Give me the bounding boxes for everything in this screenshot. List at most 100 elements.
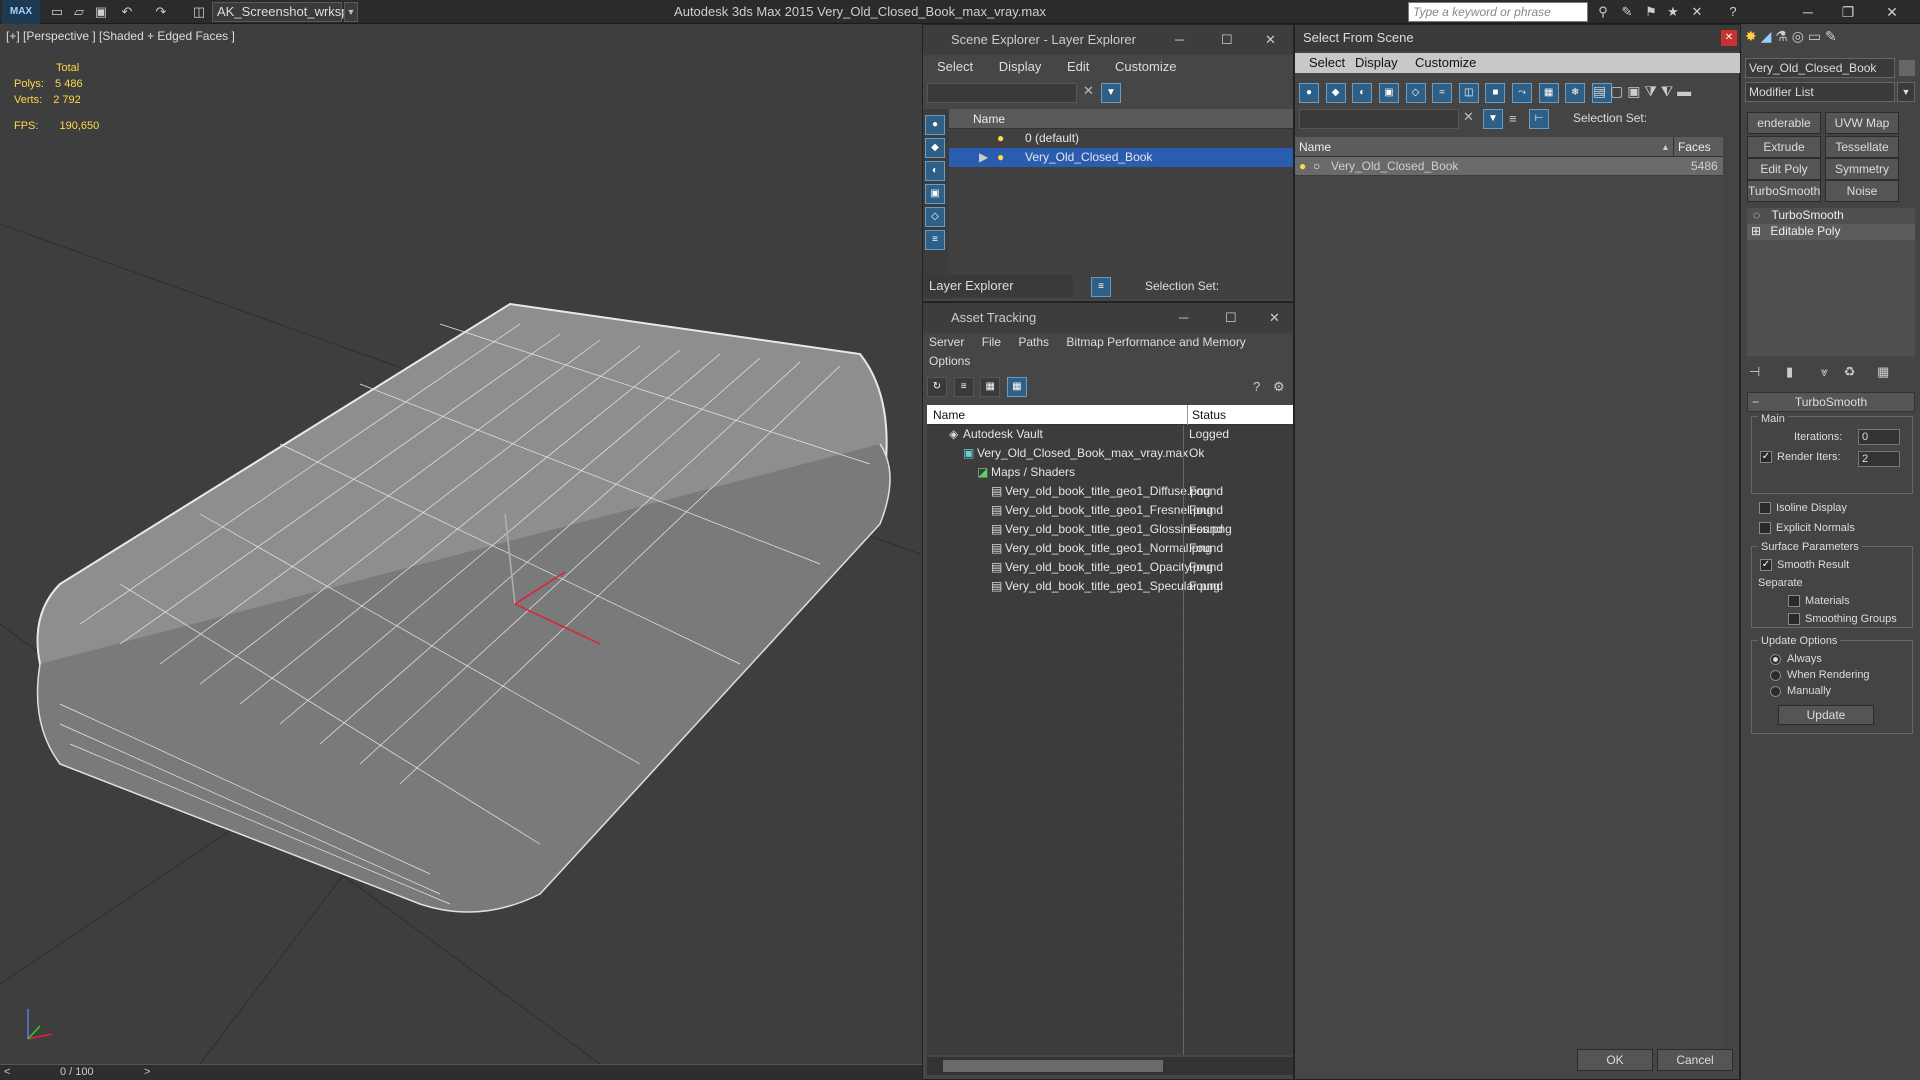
refresh-icon[interactable]: ↻ [927, 377, 947, 397]
maximize-icon[interactable]: ☐ [1221, 25, 1233, 55]
display-layers-icon[interactable]: ≡ [925, 230, 945, 250]
modifier-button-turbosmooth[interactable]: TurboSmooth [1747, 180, 1821, 202]
filter-spacewarps-icon[interactable]: ≈ [1432, 83, 1453, 103]
help-icon[interactable]: ? [1253, 379, 1260, 394]
layer-explorer-icon[interactable]: ≡ [1091, 277, 1111, 297]
scrollbar-thumb[interactable] [943, 1060, 1163, 1072]
tools-icon[interactable]: ✎ [1618, 3, 1636, 21]
display-lights-icon[interactable]: ◐ [925, 161, 945, 181]
menu-select[interactable]: Select [937, 59, 973, 74]
asset-row[interactable]: ▤ Very_old_book_title_geo1_Glossiness.png… [927, 520, 1293, 539]
asset-row[interactable]: ▤ Very_old_book_title_geo1_Normal.png Foun… [927, 539, 1293, 558]
iterations-spinner[interactable]: 0 [1858, 429, 1900, 445]
stack-item-editable-poly[interactable]: ⊞ Editable Poly [1747, 224, 1915, 240]
workspace-select[interactable]: AK_Screenshot_wrksp [212, 2, 349, 22]
close-icon[interactable]: ✕ [1265, 25, 1276, 55]
modifier-button-extrude[interactable]: Extrude [1747, 136, 1821, 158]
modifier-list-dropdown[interactable]: Modifier List [1745, 82, 1895, 102]
scene-search-input[interactable] [927, 83, 1077, 103]
display-cameras-icon[interactable]: ▣ [925, 184, 945, 204]
new-file-icon[interactable]: ▭ [48, 3, 66, 21]
motion-tab-icon[interactable]: ◎ [1792, 28, 1804, 44]
layers-icon[interactable]: ≡ [1509, 111, 1517, 126]
object-name-field[interactable]: Very_Old_Closed_Book [1745, 58, 1895, 78]
modifier-button-tessellate[interactable]: Tessellate [1825, 136, 1899, 158]
menu-server[interactable]: Server [929, 335, 964, 349]
timeline-next-icon[interactable]: > [144, 1066, 150, 1078]
modifier-button-renderable-spline[interactable]: enderable Spli [1747, 112, 1821, 150]
asset-col-status[interactable]: Status [1187, 405, 1226, 425]
exchange-icon[interactable]: ✕ [1688, 3, 1706, 21]
filter-frozen-icon[interactable]: ❄ [1565, 83, 1586, 103]
lightbulb-icon[interactable]: ● [1299, 157, 1306, 176]
lightbulb-icon[interactable]: ● [997, 129, 1004, 148]
menu-customize[interactable]: Customize [1415, 55, 1476, 70]
turbosmooth-rollout-header[interactable]: − TurboSmooth [1747, 392, 1915, 412]
save-icon[interactable]: ▣ [92, 3, 110, 21]
utilities-tab-icon[interactable]: ✎ [1825, 28, 1837, 44]
asset-row[interactable]: ◈ Autodesk Vault Logged [927, 425, 1293, 444]
render-iters-checkbox[interactable]: ✓ [1760, 451, 1772, 464]
configure-modifier-sets-icon[interactable]: ▦ [1877, 364, 1889, 379]
filter-shapes-icon[interactable]: ◆ [1325, 83, 1346, 103]
filter-icon[interactable]: ▼ [1483, 109, 1503, 129]
filter-bones-icon[interactable]: ⤳ [1512, 83, 1532, 103]
menu-edit[interactable]: Edit [1067, 59, 1089, 74]
lightbulb-icon[interactable]: ◌ [1753, 208, 1760, 222]
perspective-viewport[interactable]: [+] [Perspective ] [Shaded + Edged Faces… [0, 24, 922, 1064]
filter-helpers-icon[interactable]: ◇ [1405, 83, 1426, 103]
filter-icon[interactable]: ▼ [1101, 83, 1121, 103]
filter-geometry-icon[interactable]: ● [1299, 83, 1319, 103]
modifier-button-uvw-map[interactable]: UVW Map [1825, 112, 1899, 134]
menu-bitmap-performance[interactable]: Bitmap Performance and Memory [1066, 335, 1245, 349]
show-end-result-icon[interactable]: ▮ [1786, 364, 1793, 379]
update-button[interactable]: Update [1778, 705, 1874, 725]
modifier-button-noise[interactable]: Noise [1825, 180, 1899, 202]
smoothing-groups-checkbox[interactable] [1788, 613, 1800, 626]
isoline-display-checkbox[interactable] [1759, 502, 1771, 515]
minimize-icon[interactable]: ─ [1788, 0, 1828, 24]
maximize-icon[interactable]: ☐ [1225, 303, 1237, 333]
object-color-swatch[interactable] [1899, 60, 1915, 76]
sort-up-icon[interactable]: ▲ [1661, 137, 1670, 157]
asset-row[interactable]: ▤ Very_old_book_title_geo1_Diffuse.png Fou… [927, 482, 1293, 501]
make-unique-icon[interactable]: ⩔ [1821, 364, 1828, 379]
expand-icon[interactable]: ▶ [979, 148, 988, 167]
project-folder-icon[interactable]: ◫ [190, 3, 208, 21]
modifier-button-edit-poly[interactable]: Edit Poly [1747, 158, 1821, 180]
lightbulb-icon[interactable]: ● [997, 148, 1004, 167]
smooth-result-checkbox[interactable]: ✓ [1760, 559, 1772, 572]
filter-groups-icon[interactable]: ◫ [1458, 83, 1479, 103]
when-rendering-radio[interactable] [1770, 669, 1781, 681]
table-view-icon[interactable]: ▦ [1006, 377, 1027, 397]
menu-paths[interactable]: Paths [1018, 335, 1049, 349]
binoculars-icon[interactable]: ⚲ [1594, 3, 1612, 21]
filter-lights-icon[interactable]: ◐ [1352, 83, 1373, 103]
object-col-name[interactable]: Name [1299, 140, 1331, 154]
minimize-icon[interactable]: ─ [1179, 303, 1188, 333]
restore-icon[interactable]: ❐ [1828, 0, 1868, 24]
remove-modifier-icon[interactable]: ♻ [1844, 364, 1856, 379]
asset-row[interactable]: ◪ Maps / Shaders [927, 463, 1293, 482]
list-view-icon[interactable]: ≡ [953, 377, 974, 397]
menu-display[interactable]: Display [1355, 55, 1398, 70]
search-input[interactable]: Type a keyword or phrase [1408, 2, 1588, 22]
render-iters-spinner[interactable]: 2 [1858, 451, 1900, 467]
display-tab-icon[interactable]: ▭ [1808, 28, 1821, 44]
viewport-label[interactable]: [+] [Perspective ] [Shaded + Edged Faces… [6, 29, 235, 43]
star-icon[interactable]: ★ [1664, 3, 1682, 21]
display-shapes-icon[interactable]: ◆ [925, 138, 945, 158]
cancel-button[interactable]: Cancel [1657, 1049, 1733, 1071]
materials-checkbox[interactable] [1788, 595, 1800, 608]
layer-row-book[interactable]: ▶ ● Very_Old_Closed_Book [949, 148, 1293, 167]
open-file-icon[interactable]: ▱ [70, 3, 88, 21]
select-all-icon[interactable]: ▤ ▢ ▣ ⧩ ⧨ ▬ [1593, 83, 1691, 100]
undo-icon[interactable]: ↶ [118, 3, 136, 21]
clear-find-icon[interactable]: ✕ [1463, 109, 1474, 125]
menu-customize[interactable]: Customize [1115, 59, 1176, 74]
close-icon[interactable]: ✕ [1269, 303, 1280, 333]
hierarchy-icon[interactable]: ⊢ [1529, 109, 1549, 129]
chevron-down-icon[interactable]: ▼ [1897, 82, 1915, 102]
find-input[interactable] [1299, 109, 1459, 129]
minimize-icon[interactable]: ─ [1175, 25, 1184, 55]
